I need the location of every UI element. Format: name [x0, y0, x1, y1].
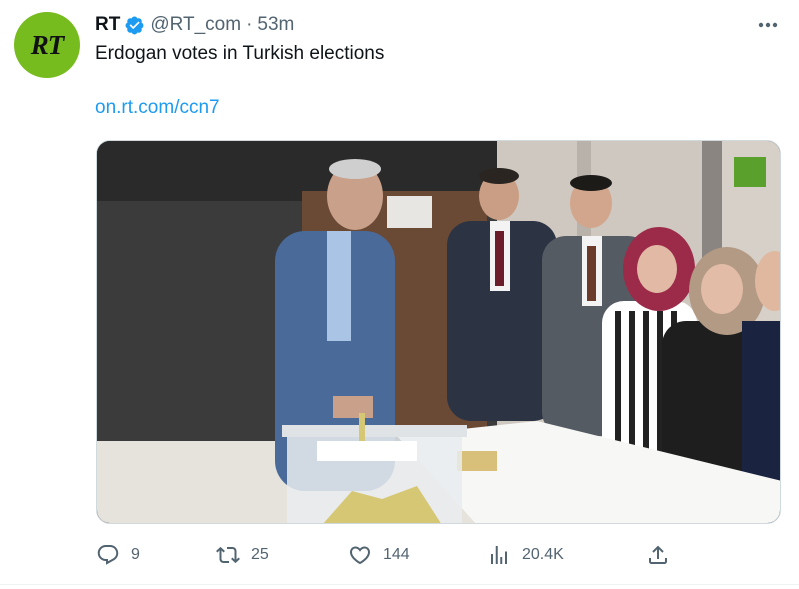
verified-badge-icon	[125, 16, 144, 34]
retweet-count: 25	[251, 546, 269, 563]
tweet-link[interactable]: on.rt.com/ccn7	[95, 97, 220, 119]
reply-button[interactable]: 9	[96, 540, 140, 570]
tweet-divider	[0, 584, 799, 585]
more-button[interactable]	[754, 14, 782, 36]
more-dots-icon	[758, 22, 778, 28]
like-count: 144	[383, 546, 410, 563]
retweet-button[interactable]: 25	[216, 540, 269, 570]
share-icon	[649, 545, 667, 564]
avatar-logo-text: RT	[30, 29, 65, 60]
views-button[interactable]: 20.4K	[487, 540, 564, 570]
like-button[interactable]: 144	[348, 540, 410, 570]
reply-count: 9	[131, 546, 140, 563]
tweet-actions: 9 25 144 20.4K	[96, 540, 781, 570]
tweet-header: RT @RT_com · 53m	[95, 13, 294, 37]
author-handle[interactable]: @RT_com	[150, 14, 241, 36]
separator-dot: ·	[246, 14, 253, 35]
tweet[interactable]: RT RT @RT_com · 53m Erdogan votes in Tur…	[0, 0, 799, 589]
avatar[interactable]: RT	[14, 12, 80, 78]
tweet-media-image[interactable]	[96, 140, 781, 524]
retweet-icon	[216, 546, 240, 564]
tweet-text: Erdogan votes in Turkish elections	[95, 43, 385, 64]
views-icon	[491, 546, 507, 564]
share-button[interactable]	[646, 540, 670, 570]
author-name[interactable]: RT	[95, 14, 120, 36]
views-count: 20.4K	[522, 546, 564, 563]
polling-scene-image	[97, 141, 780, 523]
heart-icon	[349, 546, 371, 565]
timestamp[interactable]: 53m	[257, 14, 294, 36]
reply-icon	[97, 545, 119, 565]
